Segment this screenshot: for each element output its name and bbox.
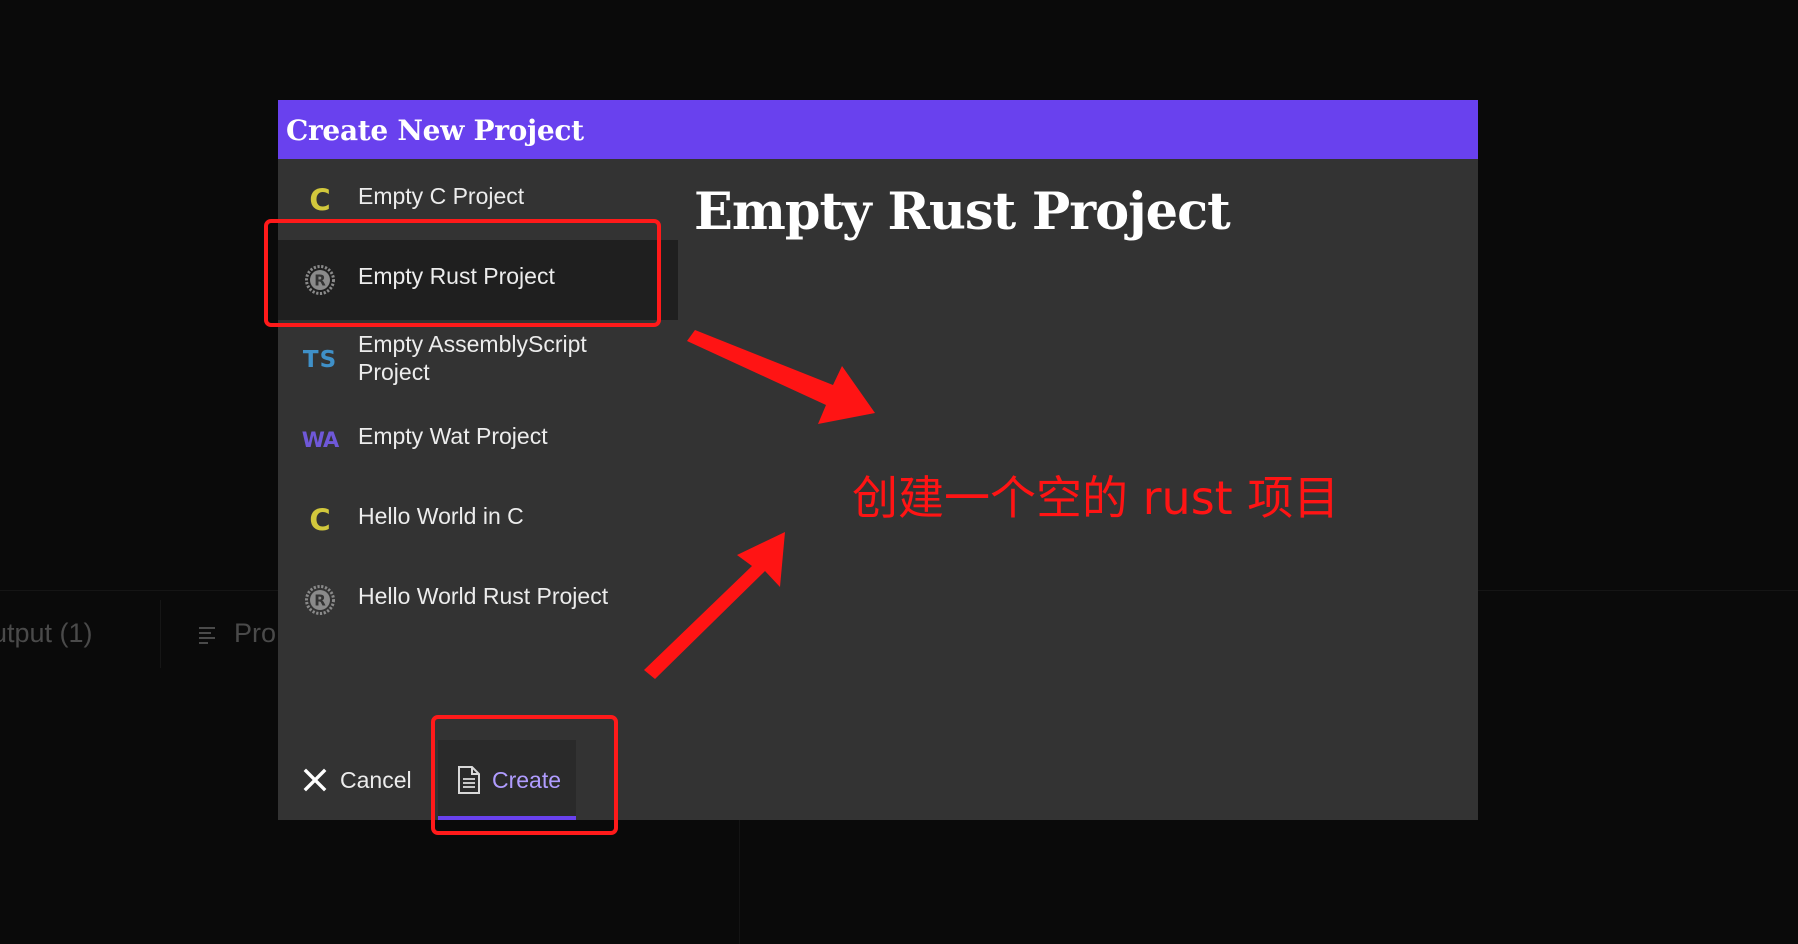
template-label: Empty AssemblyScript Project — [358, 331, 587, 385]
c-language-icon: C — [309, 503, 331, 537]
template-label: Empty C Project — [358, 183, 525, 209]
close-icon — [303, 768, 327, 792]
template-detail-title: Empty Rust Project — [694, 182, 1231, 242]
template-item-empty-wat[interactable]: WA Empty Wat Project — [278, 400, 678, 480]
dialog-header: Create New Project — [278, 100, 1478, 159]
dialog-title: Create New Project — [286, 114, 584, 147]
highlight-box-rust-template — [264, 219, 661, 327]
lines-icon — [199, 626, 215, 644]
create-project-dialog: Create New Project C Empty C Project R E… — [278, 100, 1478, 820]
c-language-icon: C — [309, 183, 331, 217]
template-item-empty-assemblyscript[interactable]: TS Empty AssemblyScript Project — [278, 320, 678, 400]
template-label: Hello World in C — [358, 503, 524, 529]
background-divider — [739, 820, 740, 944]
screen: utput (1) Pro Create New Project C Empty… — [0, 0, 1798, 944]
typescript-icon: TS — [302, 347, 338, 373]
rust-icon: R — [304, 584, 336, 616]
template-label: Hello World Rust Project — [358, 583, 609, 609]
cancel-button-label: Cancel — [340, 766, 412, 793]
background-tab-divider — [160, 600, 161, 668]
background-problems-tab: Pro — [198, 618, 276, 649]
cancel-button[interactable]: Cancel — [278, 740, 430, 820]
background-output-tab: utput (1) — [0, 618, 93, 648]
template-label: Empty Wat Project — [358, 423, 548, 449]
annotation-text: 创建一个空的 rust 项目 — [852, 471, 1340, 525]
svg-text:R: R — [314, 592, 326, 610]
highlight-box-create-button — [431, 715, 618, 835]
background-problems-tab-label: Pro — [234, 618, 277, 648]
template-item-hello-world-rust[interactable]: R Hello World Rust Project — [278, 560, 678, 640]
webassembly-icon: WA — [301, 428, 339, 452]
template-item-hello-world-c[interactable]: C Hello World in C — [278, 480, 678, 560]
